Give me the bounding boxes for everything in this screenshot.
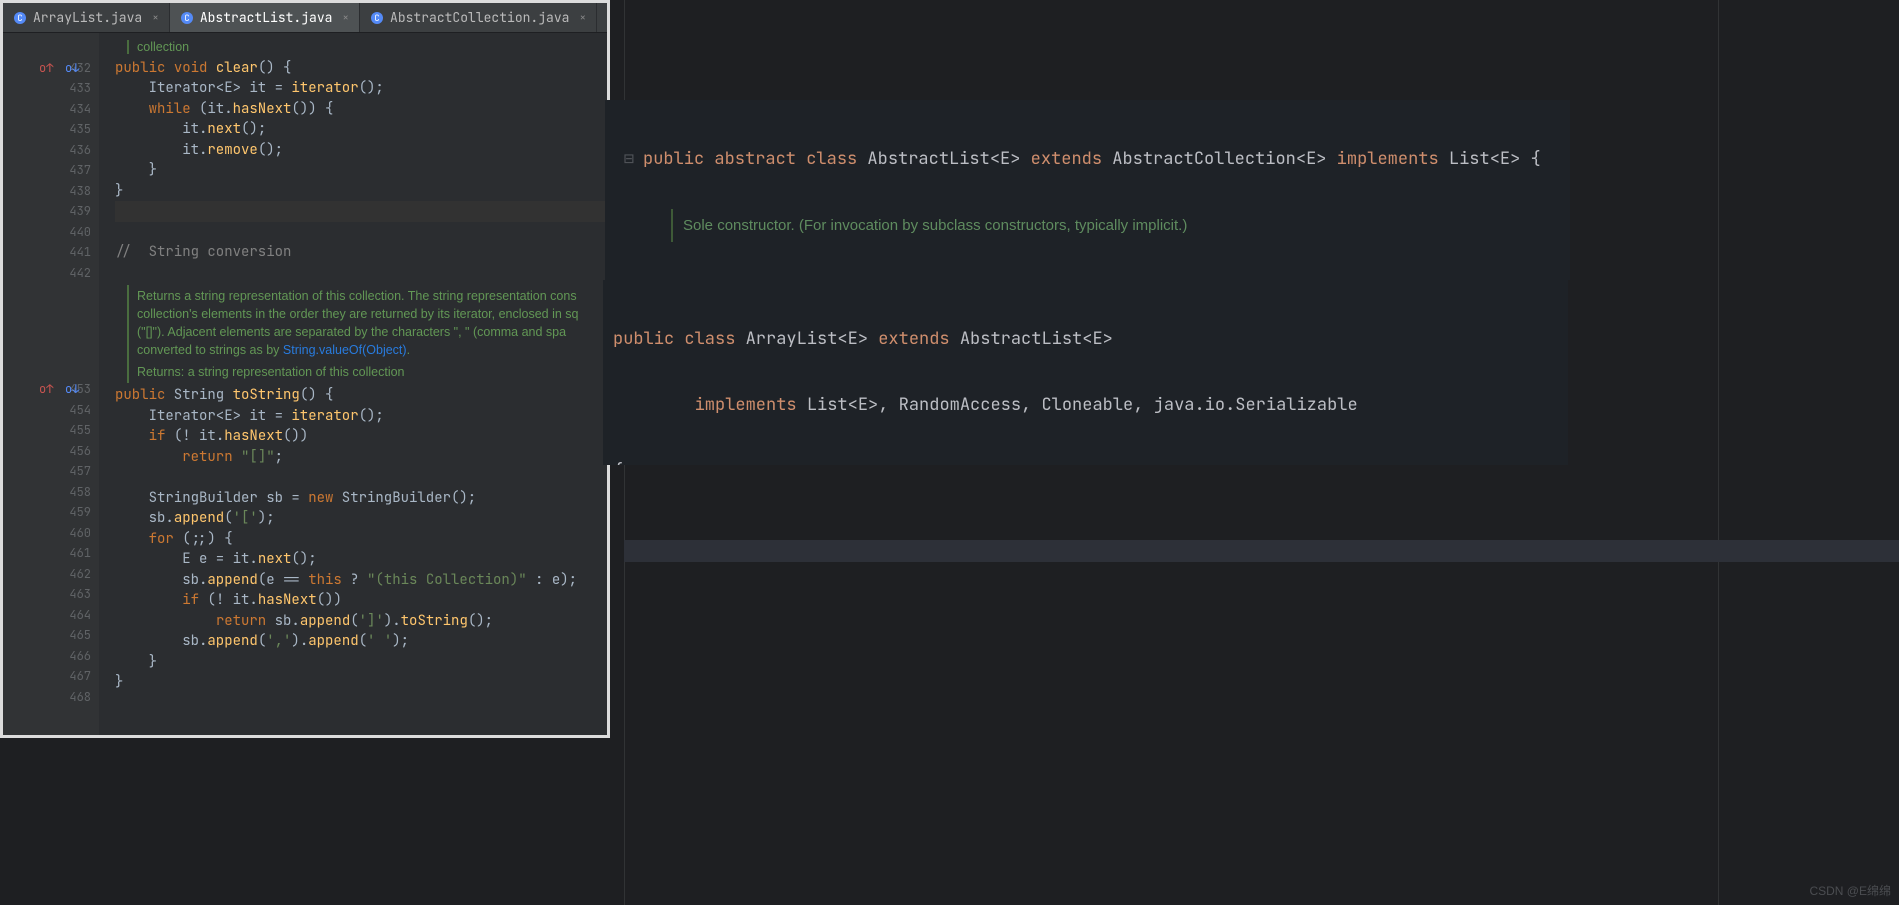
guide-line — [1718, 0, 1719, 905]
close-icon[interactable]: × — [579, 11, 586, 25]
code-line[interactable]: // String conversion — [115, 242, 607, 263]
class-icon: C — [370, 11, 384, 25]
code-line[interactable]: return sb.append(']').toString(); — [115, 611, 607, 632]
snippet-abstractlist: ⊟public abstract class AbstractList<E> e… — [605, 100, 1570, 280]
code-line[interactable]: sb.append('['); — [115, 508, 607, 529]
code-content[interactable]: collection public void clear() { Iterator… — [99, 33, 607, 735]
class-icon: C — [180, 11, 194, 25]
code-line[interactable]: } — [115, 181, 607, 202]
code-line[interactable]: StringBuilder sb = new StringBuilder(); — [115, 488, 607, 509]
code-line[interactable]: sb.append(e == this ? "(this Collection)… — [115, 570, 607, 591]
code-line[interactable]: it.next(); — [115, 119, 607, 140]
javadoc-block: Returns a string representation of this … — [127, 285, 607, 383]
snippet-arraylist: public class ArrayList<E> extends Abstra… — [603, 280, 1568, 465]
close-icon[interactable]: × — [342, 11, 349, 25]
class-icon: C — [13, 11, 27, 25]
tab-main[interactable]: CMain.java× — [597, 3, 610, 32]
code-line[interactable] — [115, 467, 607, 488]
code-line[interactable]: if (! it.hasNext()) — [115, 426, 607, 447]
code-line[interactable]: return "[]"; — [115, 447, 607, 468]
code-line[interactable]: sb.append(',').append(' '); — [115, 631, 607, 652]
watermark-text: CSDN @E绵绵 — [1809, 882, 1891, 899]
tab-arraylist[interactable]: C ArrayList.java × — [3, 3, 170, 32]
code-line[interactable]: public String toString() { — [115, 385, 607, 406]
javadoc-stub: collection — [127, 40, 189, 54]
tab-abstractcollection[interactable]: C AbstractCollection.java × — [360, 3, 597, 32]
code-line[interactable]: } — [115, 652, 607, 673]
code-line[interactable]: while (it.hasNext()) { — [115, 99, 607, 120]
editor-window: C ArrayList.java × C AbstractList.java × C Abst… — [0, 0, 610, 738]
code-line[interactable]: it.remove(); — [115, 140, 607, 161]
code-line[interactable] — [115, 693, 607, 714]
close-icon[interactable]: × — [152, 11, 159, 25]
tab-label: AbstractList.java — [200, 9, 333, 26]
code-line[interactable]: for (;;) { — [115, 529, 607, 550]
code-line[interactable]: public void clear() { — [115, 58, 607, 79]
code-line[interactable]: } — [115, 160, 607, 181]
javadoc-text: Sole constructor. (For invocation by sub… — [671, 209, 1187, 242]
tab-bar: C ArrayList.java × C AbstractList.java × C Abst… — [3, 3, 607, 33]
svg-text:C: C — [184, 12, 189, 24]
editor-area[interactable]: 432o↑o↓433434435436437438439440441442453… — [3, 33, 607, 735]
svg-text:C: C — [374, 12, 379, 24]
code-line[interactable] — [115, 222, 607, 243]
code-line[interactable] — [115, 201, 607, 222]
code-line[interactable]: Iterator<E> it = iterator(); — [115, 406, 607, 427]
tab-abstractlist[interactable]: C AbstractList.java × — [170, 3, 360, 32]
code-line[interactable]: Iterator<E> it = iterator(); — [115, 78, 607, 99]
tab-label: ArrayList.java — [33, 9, 142, 26]
code-line[interactable] — [115, 263, 607, 284]
code-line[interactable]: if (! it.hasNext()) — [115, 590, 607, 611]
line-gutter: 432o↑o↓433434435436437438439440441442453… — [3, 33, 99, 735]
code-line[interactable]: E e = it.next(); — [115, 549, 607, 570]
tab-label: AbstractCollection.java — [390, 9, 569, 26]
selection-highlight — [624, 540, 1899, 562]
svg-text:C: C — [17, 12, 22, 24]
class-icon: C — [607, 11, 610, 25]
code-line[interactable]: } — [115, 672, 607, 693]
